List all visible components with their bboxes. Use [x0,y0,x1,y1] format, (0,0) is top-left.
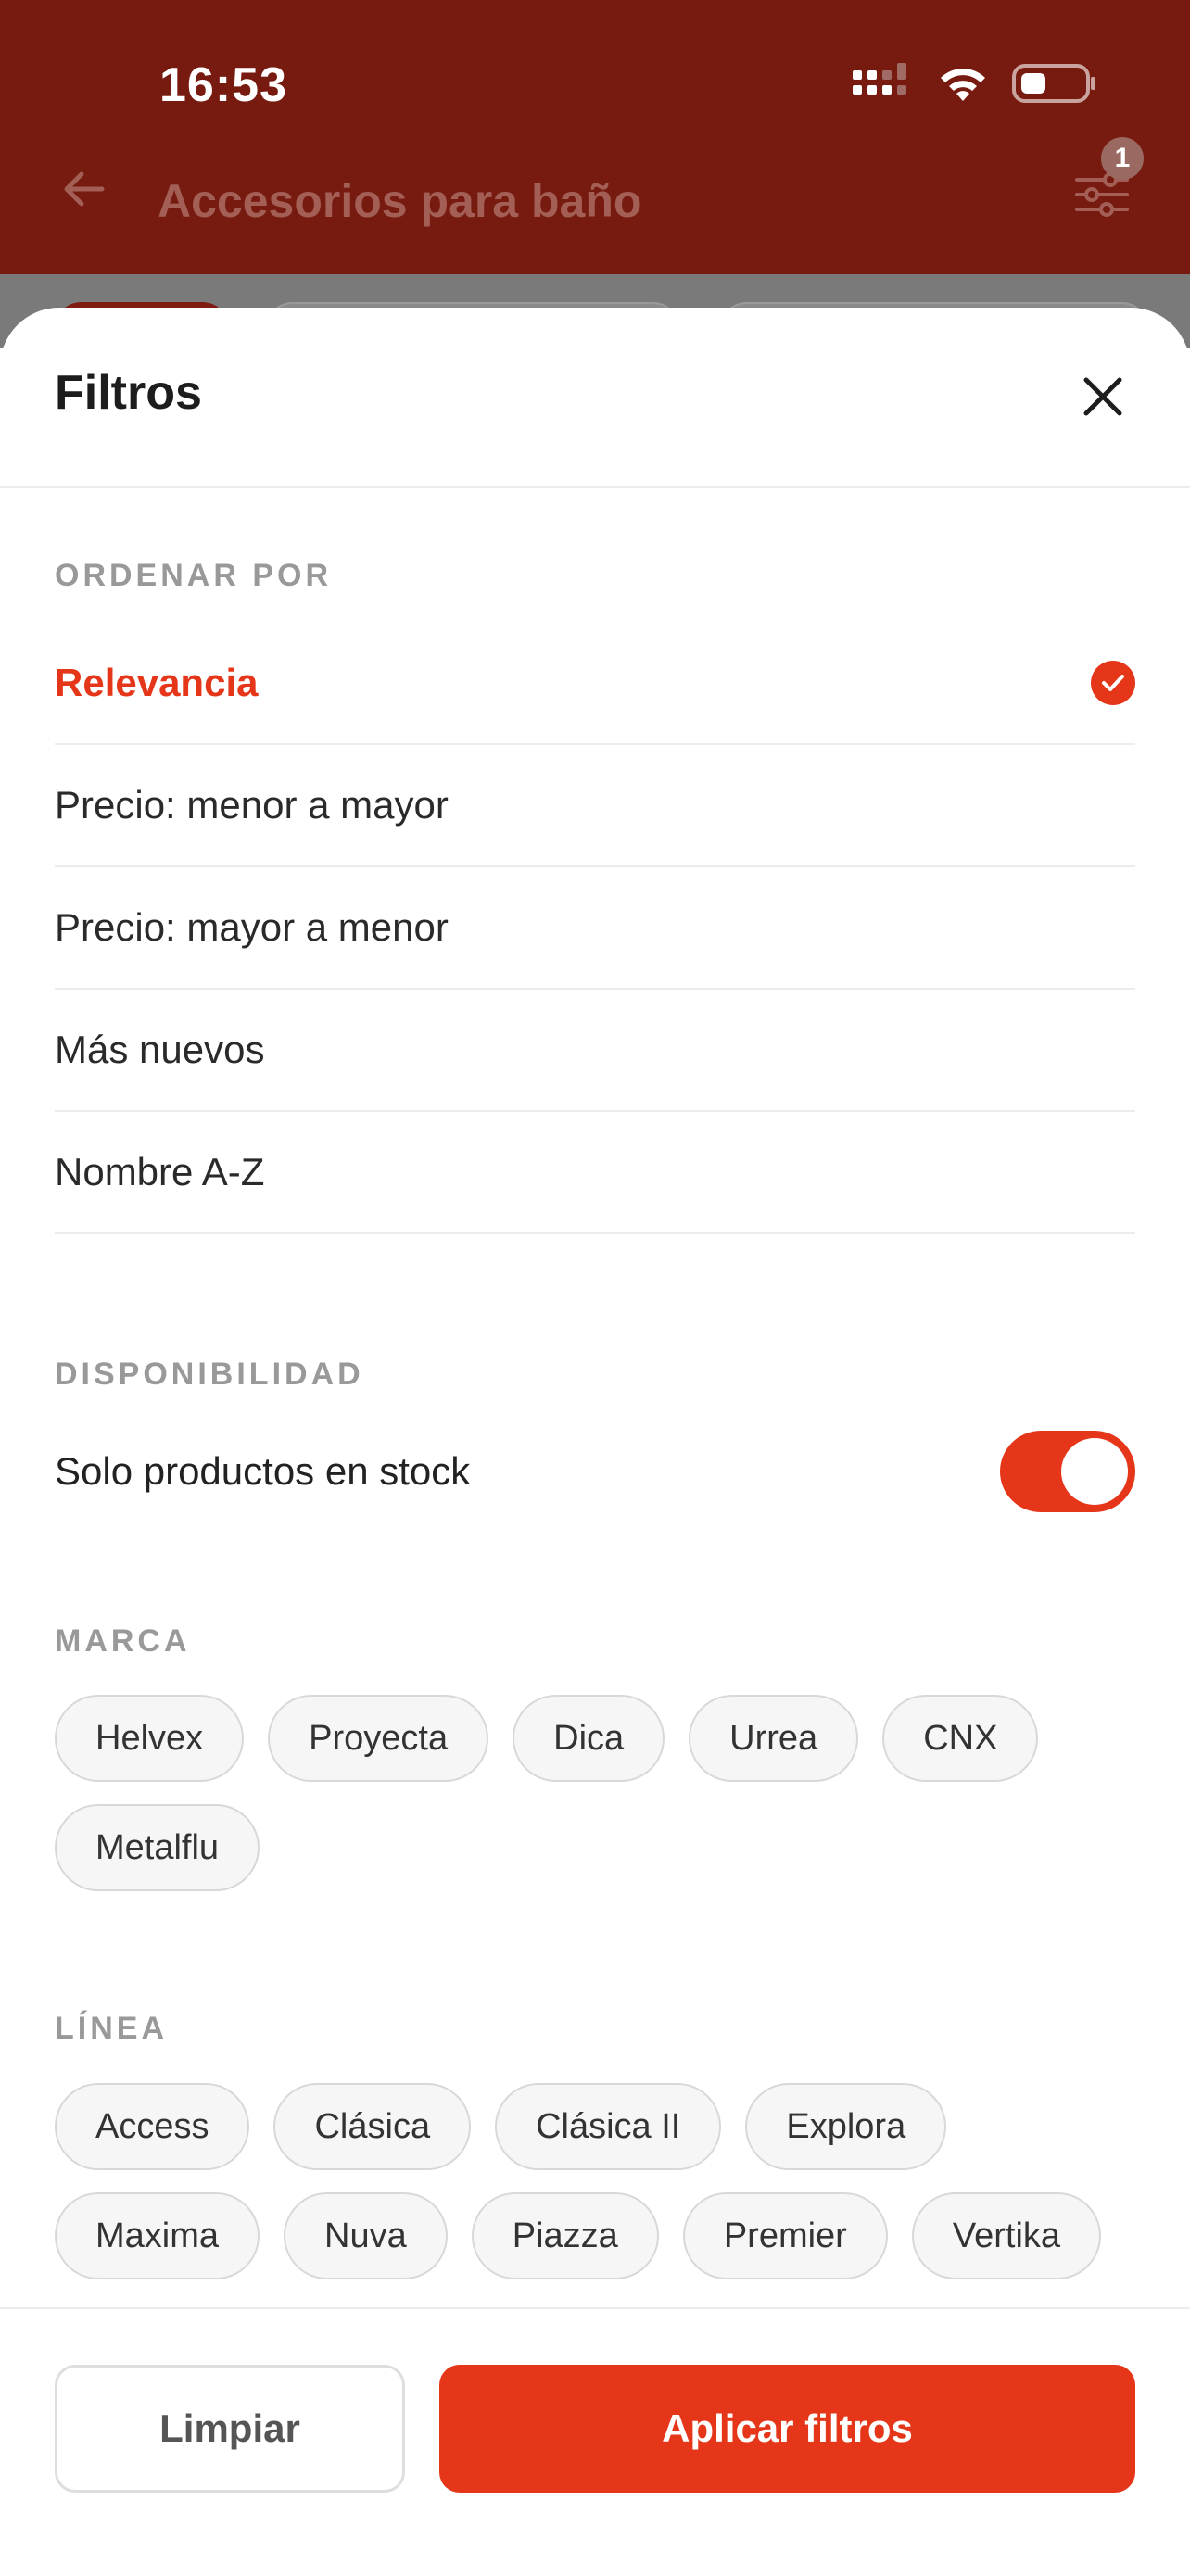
line-chip[interactable]: Clásica II [495,2083,722,2170]
sort-option-price-asc[interactable]: Precio: menor a mayor [55,745,1135,867]
sort-option-label: Precio: menor a mayor [55,783,449,827]
brand-chip[interactable]: Proyecta [268,1695,489,1782]
line-chip[interactable]: Premier [682,2192,888,2279]
sheet-footer: Limpiar Aplicar filtros [0,2307,1190,2576]
stock-only-row: Solo productos en stock [55,1425,1135,1518]
status-icons [853,61,1097,106]
toggle-knob [1061,1438,1128,1505]
filter-count-badge: 1 [1101,137,1144,180]
clear-button[interactable]: Limpiar [55,2365,405,2493]
cellular-signal-icon [853,63,906,95]
sort-options-list: Relevancia Precio: menor a mayor Precio:… [55,623,1135,1234]
close-icon[interactable] [1081,374,1125,419]
availability-section-label: DISPONIBILIDAD [55,1357,364,1392]
sort-option-label: Precio: mayor a menor [55,905,449,949]
wifi-icon [941,69,985,101]
line-chips: Access Clásica Clásica II Explora Maxima… [55,2083,1148,2279]
stock-only-label: Solo productos en stock [55,1449,471,1493]
page-title: Accesorios para baño [158,175,642,227]
sheet-header: Filtros [0,308,1190,488]
sort-option-relevancia[interactable]: Relevancia [55,623,1135,745]
brand-chips: Helvex Proyecta Dica Urrea CNX Metalflu [55,1695,1148,1891]
sort-option-price-desc[interactable]: Precio: mayor a menor [55,867,1135,990]
line-chip[interactable]: Explora [745,2083,947,2170]
stock-only-toggle[interactable] [1000,1431,1135,1512]
status-time: 16:53 [159,58,287,112]
brand-chip[interactable]: Urrea [689,1695,859,1782]
sort-option-label: Relevancia [55,661,259,704]
sort-option-name-az[interactable]: Nombre A-Z [55,1112,1135,1234]
line-chip[interactable]: Vertika [911,2192,1102,2279]
sort-option-label: Nombre A-Z [55,1150,265,1193]
line-chip[interactable]: Maxima [55,2192,260,2279]
sort-option-newest[interactable]: Más nuevos [55,990,1135,1112]
sort-section-label: ORDENAR POR [55,558,333,593]
line-section-label: LÍNEA [55,2011,168,2046]
brand-chip[interactable]: Dica [513,1695,665,1782]
filters-sheet: Filtros ORDENAR POR Relevancia Precio: m… [0,308,1190,2574]
apply-filters-button[interactable]: Aplicar filtros [439,2365,1135,2493]
filter-button[interactable]: 1 [1071,137,1144,224]
line-chip[interactable]: Nuva [284,2192,448,2279]
sort-option-label: Más nuevos [55,1028,265,1071]
app-header: 16:53 Accesorios para baño 1 [0,0,1190,274]
sheet-title: Filtros [55,366,202,420]
brand-chip[interactable]: CNX [882,1695,1039,1782]
battery-icon [1012,64,1095,103]
line-chip[interactable]: Clásica [273,2083,472,2170]
line-chip[interactable]: Access [55,2083,250,2170]
line-chip[interactable]: Piazza [471,2192,659,2279]
brand-section-label: MARCA [55,1623,191,1659]
brand-chip[interactable]: Helvex [55,1695,245,1782]
checkmark-icon [1091,661,1135,705]
brand-chip[interactable]: Metalflu [55,1804,260,1891]
back-arrow-icon[interactable] [57,163,109,215]
